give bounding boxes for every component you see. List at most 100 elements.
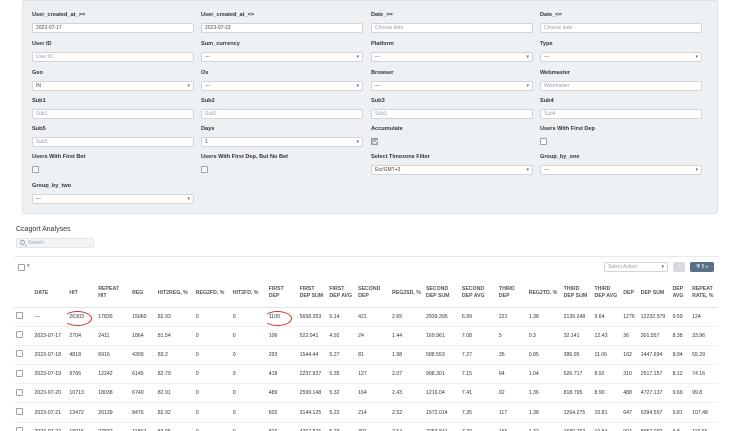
table-cell: 8.38 — [670, 326, 691, 346]
table-cell: 2023-07-21 — [32, 402, 68, 423]
row-checkbox-cell — [14, 345, 33, 366]
sub3-input[interactable]: Sub3 — [371, 109, 533, 119]
filter-sub5: Sub5 Sub5 — [32, 125, 194, 147]
group-by-one-select[interactable]: --- ▾ — [540, 165, 702, 175]
chevron-down-icon: ▾ — [187, 83, 190, 89]
timezone-select[interactable]: Etc/GMT+3 ▾ — [371, 165, 533, 175]
column-header[interactable]: REPEAT RATE, % — [690, 279, 718, 308]
column-header[interactable]: HIT — [67, 279, 97, 308]
table-cell: 7.27 — [459, 345, 497, 366]
column-header[interactable]: REG — [130, 279, 156, 308]
table-cell: 82.79 — [155, 364, 194, 385]
table-cell: 7.41 — [459, 383, 497, 404]
column-header[interactable]: FIRST DEP SUM — [297, 279, 328, 308]
chevron-down-icon[interactable]: ▾ — [27, 263, 30, 269]
column-header[interactable]: THIRD DEP — [496, 279, 527, 308]
table-row[interactable]: 2023-07-20 10713 18038 6740 82.91 0 0 489 2599.1… — [14, 383, 718, 404]
column-header[interactable]: DEP — [621, 279, 639, 308]
filter-row: Group_by_two --- ▾ — [32, 182, 712, 210]
date-from-input[interactable]: Choose date — [371, 23, 533, 33]
column-header[interactable]: FIRST DEP AVG — [327, 279, 357, 308]
group-by-two-select[interactable]: --- ▾ — [32, 194, 194, 204]
table-cell: 1276 — [621, 307, 639, 327]
filter-sub2: Sub2 Sub2 — [201, 97, 363, 119]
table-body: --- 26303 17836 15060 82.93 0 0 1100 5658.353 5.1… — [14, 307, 718, 431]
column-header[interactable]: HIT2REG, % — [155, 279, 194, 308]
column-header[interactable]: DATE — [32, 279, 68, 308]
table-row[interactable]: 2023-07-18 4818 6916 4309 83.2 0 0 293 1544.44 5.… — [14, 345, 718, 366]
column-header[interactable]: REPEAT HIT — [96, 279, 131, 308]
table-cell: 0 — [230, 326, 267, 346]
column-header[interactable]: DEP SUM — [638, 279, 671, 308]
select-value: --- — [544, 54, 549, 60]
column-header[interactable]: THIRD DEP AVG — [592, 279, 622, 308]
search-input[interactable]: Search — [16, 238, 94, 248]
row-checkbox[interactable] — [16, 331, 23, 339]
sub1-input[interactable]: Sub1 — [32, 109, 194, 119]
table-cell: 522.041 — [297, 326, 328, 346]
column-header[interactable]: FIRST DEP — [266, 279, 298, 308]
date-to-input[interactable]: Choose date — [540, 23, 702, 33]
table-cell: 5.14 — [327, 307, 357, 327]
webmaster-input[interactable]: Webmaster — [540, 81, 702, 91]
table-cell: 2023-07-19 — [32, 364, 68, 385]
sub4-input[interactable]: Sub4 — [540, 109, 702, 119]
action-select[interactable]: Select Action ▾ — [604, 262, 668, 272]
column-filter-button[interactable]: ⧩ 5 ▾ — [690, 262, 714, 272]
table-cell: 1216.04 — [423, 383, 460, 404]
select-value: --- — [375, 54, 380, 60]
table-cell: 588.553 — [423, 345, 460, 366]
column-header[interactable]: SECOND DEP AVG — [459, 279, 497, 308]
table-cell: 10713 — [67, 383, 97, 404]
days-select[interactable]: 1 ▾ — [201, 137, 363, 147]
table-cell: 0 — [193, 326, 231, 346]
user-created-from-input[interactable]: 2023-07-17 — [32, 23, 194, 33]
select-all-checkbox[interactable] — [18, 264, 25, 271]
sub5-input[interactable]: Sub5 — [32, 137, 194, 147]
column-header[interactable]: REG2TD, % — [526, 279, 562, 308]
filter-label: Users With First Dep, But No Bet — [201, 154, 288, 160]
platform-select[interactable]: --- ▾ — [371, 52, 533, 62]
sum-currency-select[interactable]: --- ▾ — [201, 52, 363, 62]
table-cell: 3144.125 — [297, 402, 328, 423]
apply-action-button[interactable]: › — [673, 262, 685, 272]
users-first-dep-checkbox[interactable] — [540, 138, 547, 145]
row-checkbox[interactable] — [16, 350, 23, 358]
users-first-bet-checkbox[interactable] — [32, 166, 39, 173]
filter-row: User_created_at_>= 2023-07-17 User_creat… — [32, 11, 712, 39]
table-row[interactable]: --- 26303 17836 15060 82.93 0 0 1100 5658.353 5.1… — [14, 307, 718, 327]
type-select[interactable]: --- ▾ — [540, 52, 702, 62]
column-header[interactable]: REG2SD, % — [390, 279, 424, 308]
table-row[interactable]: 2023-07-19 9766 12242 6145 82.79 0 0 418 2237.93… — [14, 364, 718, 385]
column-header[interactable]: REG2FD, % — [193, 279, 231, 308]
row-checkbox[interactable] — [16, 427, 23, 431]
column-header[interactable]: DEP AVG — [670, 279, 691, 308]
browser-select[interactable]: --- ▾ — [371, 81, 533, 91]
column-header[interactable]: SECOND DEP SUM — [423, 279, 460, 308]
column-header[interactable]: SECOND DEP — [356, 279, 391, 308]
geo-select[interactable]: IN ▾ — [32, 81, 194, 91]
table-row[interactable]: 2023-07-17 2704 2411 1864 81.54 0 0 106 522.041 4… — [14, 326, 718, 346]
table-row[interactable]: 2023-07-21 13472 20139 8476 82.92 0 0 602 3144.1… — [14, 402, 718, 423]
table-row[interactable]: 2023-07-2218015278321186283.05008164267.… — [14, 422, 718, 431]
sub2-input[interactable]: Sub2 — [201, 109, 363, 119]
column-header[interactable]: THIRD DEP SUM — [561, 279, 593, 308]
row-checkbox[interactable] — [16, 408, 23, 416]
user-created-to-input[interactable]: 2023-07-23 — [201, 23, 363, 33]
table-cell: 35 — [496, 345, 527, 366]
accumulate-checkbox[interactable] — [371, 138, 378, 145]
table-cell: 1.04 — [526, 364, 562, 385]
row-checkbox[interactable] — [16, 388, 23, 396]
table-cell: 106 — [266, 326, 298, 346]
select-value: --- — [375, 83, 380, 89]
table-cell: 5.32 — [327, 383, 357, 404]
os-select[interactable]: --- ▾ — [201, 81, 363, 91]
table-cell: 20139 — [96, 402, 131, 423]
analyses-table-card: ▾ Select Action ▾ › ⧩ 5 ▾ DATE HIT REPEAT … — [14, 256, 718, 431]
user-id-input[interactable]: User ID — [32, 52, 194, 62]
column-header[interactable]: HIT2FD, % — [230, 279, 267, 308]
row-checkbox[interactable] — [16, 312, 23, 320]
users-first-dep-no-bet-checkbox[interactable] — [201, 166, 208, 173]
row-checkbox[interactable] — [16, 369, 23, 377]
filter-date-to: Date_<= Choose date — [540, 11, 702, 33]
